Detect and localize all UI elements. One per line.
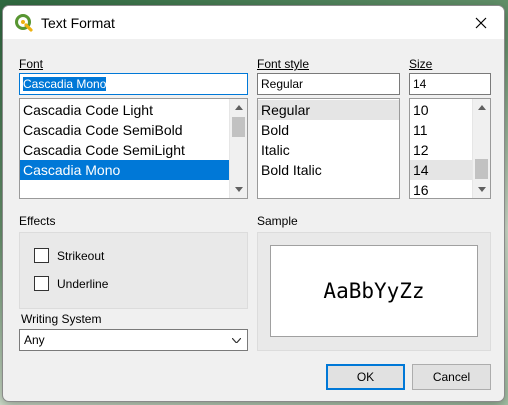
effects-group: Strikeout Underline <box>19 232 248 309</box>
list-item[interactable]: Cascadia Code SemiBold <box>20 120 247 140</box>
close-button[interactable] <box>458 6 504 39</box>
underline-checkbox[interactable] <box>34 276 49 291</box>
writing-system-value: Any <box>24 333 45 347</box>
list-item-selected[interactable]: Regular <box>258 100 399 120</box>
font-style-list[interactable]: Regular Bold Italic Bold Italic <box>257 98 400 199</box>
qgis-logo-icon <box>15 14 33 32</box>
scroll-up-button[interactable] <box>473 99 490 116</box>
sample-label: Sample <box>257 214 298 228</box>
font-label: Font <box>19 57 44 71</box>
chevron-up-icon <box>477 105 486 110</box>
ok-button[interactable]: OK <box>326 364 405 390</box>
scroll-thumb[interactable] <box>475 159 488 179</box>
list-item[interactable]: 11 <box>410 120 473 140</box>
size-label: Size <box>409 57 433 71</box>
list-item[interactable]: Cascadia Code SemiLight <box>20 140 247 160</box>
scroll-down-button[interactable] <box>473 181 490 198</box>
strikeout-label[interactable]: Strikeout <box>57 249 104 263</box>
list-item-selected[interactable]: Cascadia Mono <box>20 160 230 180</box>
cancel-button[interactable]: Cancel <box>412 364 491 390</box>
list-item[interactable]: Italic <box>258 140 399 160</box>
sample-group: AaBbYyZz <box>257 232 491 351</box>
strikeout-checkbox[interactable] <box>34 248 49 263</box>
chevron-down-icon <box>234 187 243 192</box>
close-icon <box>475 17 487 28</box>
sample-preview: AaBbYyZz <box>270 245 478 337</box>
font-style-input[interactable]: Regular <box>257 73 400 95</box>
scroll-thumb[interactable] <box>232 117 245 137</box>
effects-label: Effects <box>19 214 56 228</box>
scroll-up-button[interactable] <box>230 99 247 116</box>
scroll-down-button[interactable] <box>230 181 247 198</box>
chevron-down-icon <box>477 187 486 192</box>
size-input[interactable]: 14 <box>409 73 491 95</box>
size-list[interactable]: 10 11 12 14 16 <box>409 98 491 199</box>
size-list-scrollbar[interactable] <box>472 99 490 198</box>
window-title: Text Format <box>41 15 115 31</box>
title-bar[interactable]: Text Format <box>3 6 504 39</box>
font-style-label: Font style <box>257 57 310 71</box>
writing-system-select[interactable]: Any <box>19 329 248 351</box>
list-item[interactable]: 10 <box>410 100 473 120</box>
writing-system-label: Writing System <box>21 312 102 326</box>
list-item[interactable]: Bold <box>258 120 399 140</box>
chevron-up-icon <box>234 105 243 110</box>
font-list-scrollbar[interactable] <box>229 99 247 198</box>
list-item-selected[interactable]: 14 <box>410 160 473 180</box>
text-format-dialog: Text Format Font Cascadia Mono Cascadia … <box>2 5 505 402</box>
list-item[interactable]: Cascadia Code Light <box>20 100 247 120</box>
font-list[interactable]: Cascadia Code Light Cascadia Code SemiBo… <box>19 98 248 199</box>
chevron-down-icon <box>232 338 241 343</box>
list-item[interactable]: 16 <box>410 180 473 198</box>
list-item[interactable]: Bold Italic <box>258 160 399 180</box>
font-input[interactable]: Cascadia Mono <box>19 73 248 95</box>
underline-label[interactable]: Underline <box>57 277 108 291</box>
list-item[interactable]: 12 <box>410 140 473 160</box>
